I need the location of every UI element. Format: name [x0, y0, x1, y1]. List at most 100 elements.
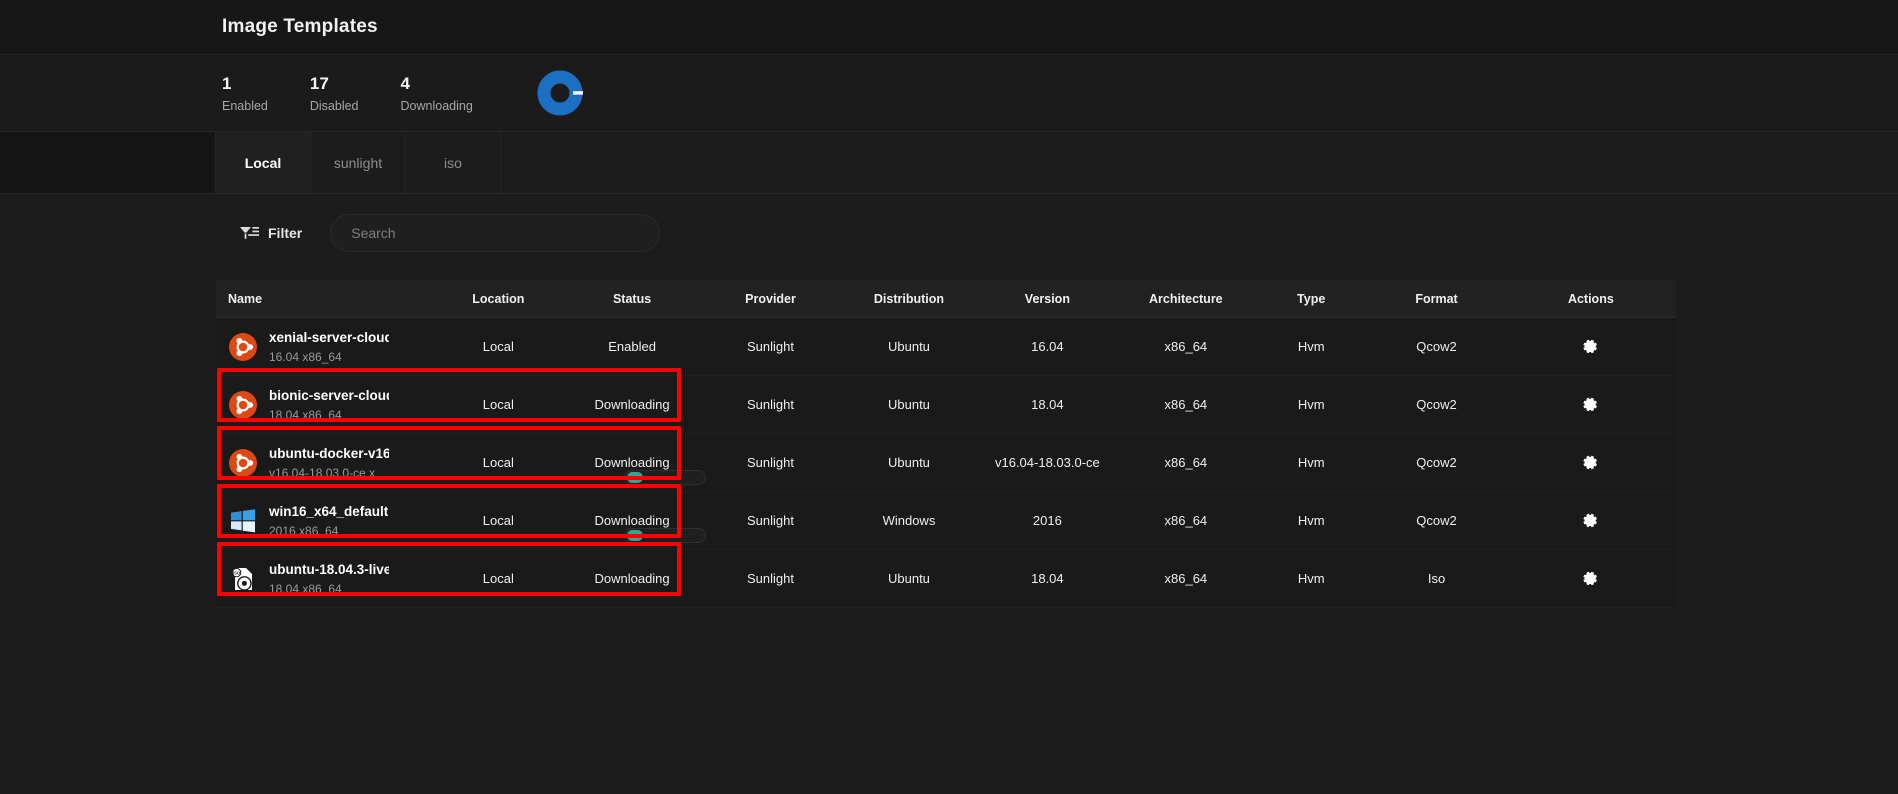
- page-title: Image Templates: [222, 16, 378, 37]
- cell-distribution: Ubuntu: [887, 397, 930, 412]
- cell-status: Downloading: [594, 455, 670, 470]
- template-subtitle: 2016 x86_64: [269, 523, 339, 538]
- image-templates-table: Name Location Status Provider Distributi…: [216, 280, 1676, 608]
- row-actions-button[interactable]: [1506, 396, 1676, 413]
- progress-thumb: [627, 472, 643, 483]
- stat-disabled: 17 Disabled: [310, 74, 359, 113]
- cell-format: Iso: [1427, 571, 1446, 586]
- cell-provider: Sunlight: [747, 571, 794, 586]
- cell-status: Downloading: [594, 571, 670, 586]
- column-header-provider[interactable]: Provider: [701, 292, 839, 306]
- iso-disc-icon: ISO: [231, 567, 252, 591]
- template-name: win16_x64_default: [269, 503, 389, 519]
- cell-location: Local: [482, 571, 514, 586]
- row-actions-button[interactable]: [1506, 512, 1676, 529]
- cell-distribution: Ubuntu: [887, 571, 930, 586]
- cell-version: 18.04: [1031, 397, 1064, 412]
- stats-bar: 1 Enabled 17 Disabled 4 Downloading: [0, 55, 1898, 132]
- cell-name: win16_x64_default 2016 x86_64: [216, 503, 434, 539]
- donut-chart: [537, 70, 583, 116]
- ubuntu-icon: [229, 332, 257, 361]
- gear-icon: [1583, 571, 1598, 586]
- filter-button[interactable]: Filter: [240, 225, 302, 241]
- column-header-architecture[interactable]: Architecture: [1117, 292, 1255, 306]
- cell-version: v16.04-18.03.0-ce: [994, 455, 1100, 470]
- template-subtitle: 18.04 x86_64: [269, 581, 342, 596]
- table-row[interactable]: ISO ubuntu-18.04.3-live 18.04 x86_64 Loc…: [216, 550, 1676, 608]
- cell-format: Qcow2: [1416, 513, 1457, 528]
- template-name: ubuntu-18.04.3-live: [269, 561, 389, 577]
- stat-downloading: 4 Downloading: [401, 74, 473, 113]
- windows-icon: [231, 508, 255, 532]
- cell-name: ISO ubuntu-18.04.3-live 18.04 x86_64: [216, 561, 434, 597]
- cell-location: Local: [482, 397, 514, 412]
- image-templates-page: Image Templates 1 Enabled 17 Disabled 4 …: [0, 0, 1898, 794]
- cell-type: Hvm: [1297, 339, 1325, 354]
- search-input[interactable]: [351, 225, 640, 241]
- cell-version: 16.04: [1031, 339, 1064, 354]
- filter-button-label: Filter: [268, 225, 303, 241]
- template-subtitle: 18.04 x86_64: [269, 407, 342, 422]
- gear-icon: [1583, 513, 1598, 528]
- cell-name: bionic-server-cloud 18.04 x86_64: [216, 387, 434, 423]
- cell-type: Hvm: [1297, 397, 1325, 412]
- column-header-status[interactable]: Status: [563, 292, 701, 306]
- column-header-type[interactable]: Type: [1255, 292, 1367, 306]
- filter-toolbar: Filter: [0, 194, 1898, 272]
- cell-location: Local: [482, 339, 514, 354]
- template-subtitle: 16.04 x86_64: [269, 349, 342, 364]
- stat-downloading-count: 4: [400, 73, 410, 93]
- row-actions-button[interactable]: [1506, 570, 1676, 587]
- table-row[interactable]: ubuntu-docker-v16 v16.04-18.03.0-ce x Lo…: [216, 434, 1676, 492]
- table-row[interactable]: bionic-server-cloud 18.04 x86_64 Local D…: [216, 376, 1676, 434]
- cell-version: 2016: [1032, 513, 1062, 528]
- table-row[interactable]: win16_x64_default 2016 x86_64 Local Down…: [216, 492, 1676, 550]
- table-header-row: Name Location Status Provider Distributi…: [216, 280, 1676, 318]
- stat-enabled-label: Enabled: [222, 98, 268, 113]
- cell-location: Local: [482, 513, 514, 528]
- cell-distribution: Windows: [882, 513, 936, 528]
- cell-status: Downloading: [594, 513, 670, 528]
- cell-type: Hvm: [1297, 571, 1325, 586]
- svg-text:ISO: ISO: [233, 570, 241, 575]
- column-header-location[interactable]: Location: [434, 292, 563, 306]
- tab-iso-label: iso: [444, 154, 462, 171]
- template-subtitle: v16.04-18.03.0-ce x: [269, 465, 376, 480]
- cell-architecture: x86_64: [1164, 339, 1208, 354]
- cell-format: Qcow2: [1416, 397, 1457, 412]
- ubuntu-icon: [229, 390, 257, 419]
- column-header-format[interactable]: Format: [1367, 292, 1505, 306]
- search-box[interactable]: [330, 214, 661, 252]
- cell-name: xenial-server-cloud 16.04 x86_64: [216, 329, 434, 365]
- gear-icon: [1583, 339, 1598, 354]
- cell-format: Qcow2: [1416, 339, 1457, 354]
- title-bar: Image Templates: [0, 0, 1898, 55]
- gear-icon: [1583, 455, 1598, 470]
- cell-type: Hvm: [1297, 455, 1325, 470]
- stat-downloading-label: Downloading: [400, 98, 473, 113]
- column-header-distribution[interactable]: Distribution: [840, 292, 978, 306]
- cell-name: ubuntu-docker-v16 v16.04-18.03.0-ce x: [216, 445, 434, 481]
- stat-enabled-count: 1: [222, 73, 232, 93]
- cell-provider: Sunlight: [747, 455, 794, 470]
- tab-local-label: Local: [244, 154, 282, 171]
- template-name: bionic-server-cloud: [269, 387, 389, 403]
- cell-version: 18.04: [1031, 571, 1064, 586]
- download-progress-bar[interactable]: [624, 470, 706, 485]
- tab-local[interactable]: Local: [216, 132, 311, 193]
- column-header-version[interactable]: Version: [978, 292, 1116, 306]
- stat-disabled-label: Disabled: [309, 98, 359, 113]
- cell-architecture: x86_64: [1164, 513, 1208, 528]
- cell-status: Downloading: [594, 397, 670, 412]
- cell-status: Enabled: [608, 339, 656, 354]
- tab-iso[interactable]: iso: [406, 132, 501, 193]
- cell-distribution: Ubuntu: [887, 339, 930, 354]
- row-actions-button[interactable]: [1506, 338, 1676, 355]
- stat-enabled: 1 Enabled: [222, 74, 268, 113]
- row-actions-button[interactable]: [1506, 454, 1676, 471]
- table-row[interactable]: xenial-server-cloud 16.04 x86_64 Local E…: [216, 318, 1676, 376]
- cell-provider: Sunlight: [747, 513, 794, 528]
- download-progress-bar[interactable]: [624, 528, 706, 543]
- tab-sunlight[interactable]: sunlight: [311, 132, 406, 193]
- column-header-name[interactable]: Name: [216, 292, 434, 306]
